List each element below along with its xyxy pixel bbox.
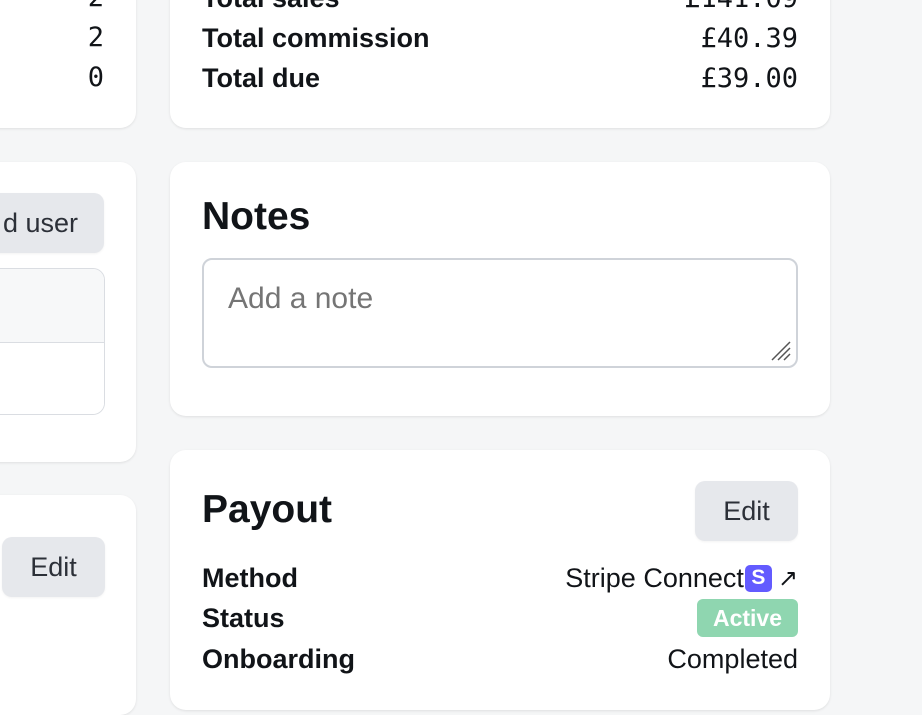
edit-button[interactable]: Edit [2,537,105,597]
stripe-connect-link[interactable]: Stripe Connect S ↗ [565,563,798,594]
totals-row: Total commission £40.39 [202,20,798,56]
totals-value: £40.39 [700,22,798,54]
status-label: Status [202,602,285,633]
stats-card: 2 2 0 [0,0,136,128]
stripe-logo-icon: S [744,564,772,592]
totals-card: Total sales £141.09 Total commission £40… [170,0,830,128]
payout-title: Payout [202,488,333,531]
payout-status-row: Status Active [202,599,798,637]
payout-card: Payout Edit Method Stripe Connect S ↗ St… [170,450,830,710]
totals-value: £141.09 [684,0,798,14]
notes-title: Notes [202,195,311,238]
totals-row: Total due £39.00 [202,60,798,96]
add-user-label: d user [2,207,78,238]
users-table-header [0,269,104,343]
external-link-icon: ↗ [777,564,798,592]
totals-value: £39.00 [700,62,798,94]
totals-row: Total sales £141.09 [202,0,798,16]
totals-label: Total commission [202,22,430,53]
payout-onboarding-row: Onboarding Completed [202,641,798,677]
onboarding-label: Onboarding [202,643,355,674]
left-bottom-card: Edit [0,495,136,715]
payout-edit-button[interactable]: Edit [695,481,798,541]
resize-handle-icon[interactable] [768,338,792,362]
users-card: d user [0,162,136,462]
users-table-row [0,343,104,414]
totals-label: Total due [202,62,320,93]
totals-label: Total sales [202,0,340,14]
onboarding-value: Completed [667,643,798,674]
note-textarea[interactable] [202,258,798,368]
add-user-button[interactable]: d user [0,193,104,253]
stat-value: 0 [87,62,104,93]
payout-method-row: Method Stripe Connect S ↗ [202,560,798,596]
method-label: Method [202,562,298,593]
method-value: Stripe Connect [565,562,744,593]
payout-edit-label: Edit [723,495,770,526]
users-table [0,268,105,415]
stat-value: 2 [88,0,104,16]
stat-value: 2 [87,22,104,53]
notes-card: Notes [170,162,830,416]
edit-button-label: Edit [30,551,77,582]
status-badge: Active [696,599,798,637]
